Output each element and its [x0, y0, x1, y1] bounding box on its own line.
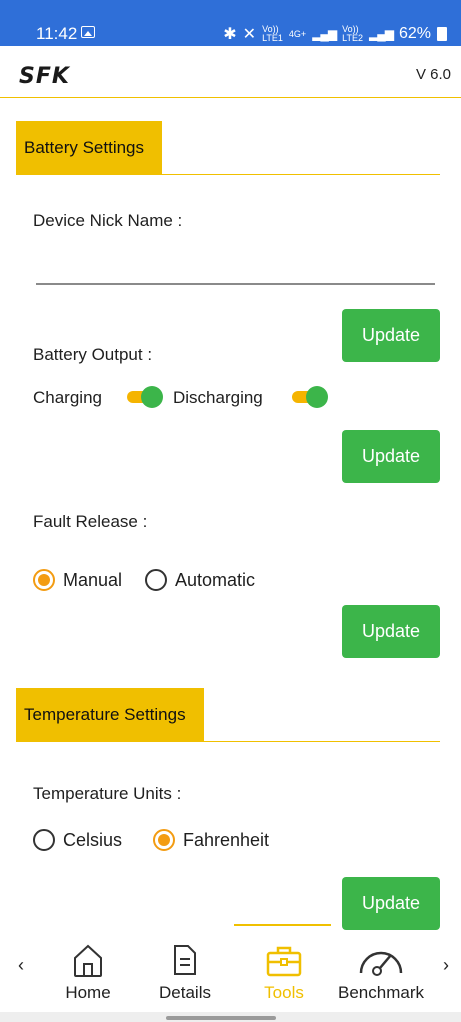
network-type: 4G+	[288, 28, 307, 39]
temperature-settings-section-header: Temperature Settings	[16, 688, 440, 742]
celsius-radio[interactable]	[33, 829, 55, 851]
fault-release-update-button[interactable]: Update	[342, 605, 440, 658]
charging-toggle[interactable]	[127, 386, 163, 408]
volte-sim2: Vo)) LTE2	[342, 24, 363, 43]
active-tab-indicator	[234, 924, 331, 926]
scroll-right-icon[interactable]: ›	[443, 955, 449, 976]
automatic-label: Automatic	[175, 570, 256, 590]
discharging-toggle[interactable]	[292, 386, 328, 408]
device-nick-name-input[interactable]	[36, 283, 435, 285]
nav-tools[interactable]: Tools	[234, 940, 334, 1003]
celsius-label: Celsius	[63, 830, 123, 850]
home-indicator[interactable]	[166, 1016, 276, 1020]
temperature-units-label: Temperature Units :	[33, 784, 182, 803]
nav-tools-label: Tools	[264, 983, 304, 1002]
device-nick-name-label: Device Nick Name :	[33, 211, 183, 230]
manual-label: Manual	[63, 570, 123, 590]
mute-icon: ✕	[242, 26, 257, 43]
volte-sim1: Vo)) LTE1	[262, 24, 283, 43]
scroll-left-icon[interactable]: ‹	[18, 955, 24, 976]
battery-settings-title: Battery Settings	[16, 121, 163, 175]
signal-icon-1: ▂▄▆	[312, 27, 337, 41]
fahrenheit-label: Fahrenheit	[183, 830, 270, 850]
nav-benchmark[interactable]: Benchmark	[331, 940, 431, 1003]
fahrenheit-radio[interactable]	[153, 829, 175, 851]
nick-name-update-button[interactable]: Update	[342, 309, 440, 362]
app-logo: SFK	[19, 64, 70, 89]
app-version: V 6.0	[415, 66, 451, 83]
temperature-settings-title: Temperature Settings	[16, 688, 204, 742]
battery-icon	[437, 27, 447, 41]
battery-output-label: Battery Output :	[33, 345, 153, 364]
home-icon	[38, 940, 138, 980]
app-bar: SFK V 6.0	[0, 46, 461, 98]
battery-settings-section-header: Battery Settings	[16, 121, 440, 175]
nav-benchmark-label: Benchmark	[338, 983, 424, 1002]
gauge-icon	[331, 940, 431, 980]
signal-icon-2: ▂▄▆	[369, 27, 394, 41]
temperature-update-button[interactable]: Update	[342, 877, 440, 930]
nav-details-label: Details	[159, 983, 211, 1002]
nav-home[interactable]: Home	[38, 940, 138, 1003]
status-bar: 11:42 ✱ ✕ Vo)) LTE1 4G+ ▂▄▆ Vo)) LTE2 ▂▄▆ …	[0, 0, 461, 46]
manual-radio[interactable]	[33, 569, 55, 591]
battery-percent: 62%	[398, 25, 431, 42]
status-icons: ✱ ✕ Vo)) LTE1 4G+ ▂▄▆ Vo)) LTE2 ▂▄▆ 62%	[223, 24, 447, 44]
status-time: 11:42	[36, 24, 78, 43]
image-notification-icon	[81, 26, 95, 38]
system-home-bar	[0, 1012, 461, 1022]
document-icon	[135, 940, 235, 980]
nav-home-label: Home	[65, 983, 111, 1002]
automatic-radio[interactable]	[145, 569, 167, 591]
discharging-label: Discharging	[173, 388, 263, 407]
bluetooth-icon: ✱	[223, 26, 237, 43]
charging-label: Charging	[33, 388, 102, 407]
battery-output-update-button[interactable]: Update	[342, 430, 440, 483]
fault-release-label: Fault Release :	[33, 512, 148, 531]
nav-details[interactable]: Details	[135, 940, 235, 1003]
toolbox-icon	[234, 940, 334, 980]
